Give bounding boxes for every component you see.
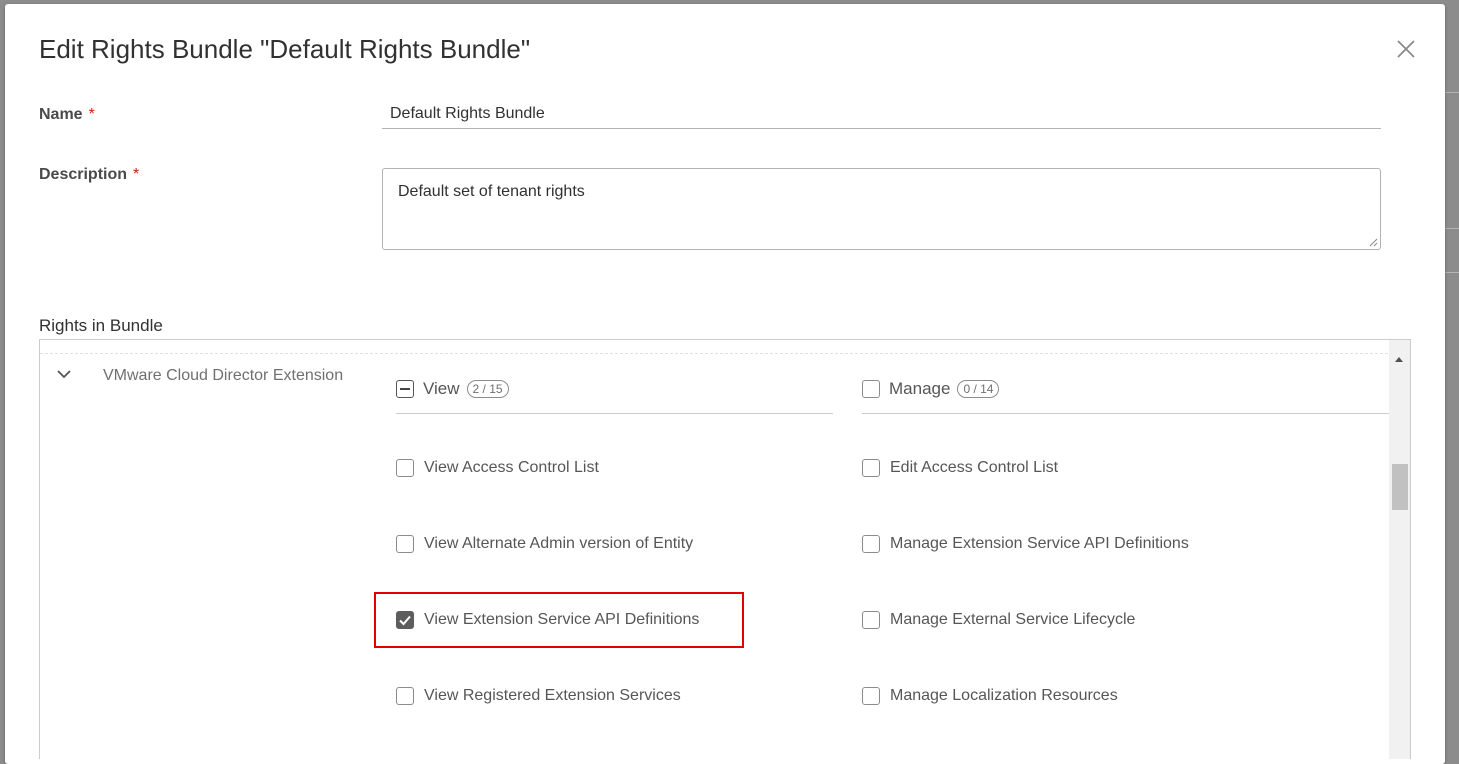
right-option-row[interactable]: View Access Control List	[396, 458, 599, 478]
rights-in-bundle-label: Rights in Bundle	[39, 316, 163, 335]
background-page	[1445, 92, 1459, 93]
view-extension-service-api-checkbox[interactable]	[396, 611, 414, 629]
right-option-label: Manage Extension Service API Definitions	[890, 535, 1189, 552]
description-label-text: Description	[39, 166, 128, 183]
manage-category-label: Manage	[889, 379, 951, 398]
manage-localization-resources-checkbox[interactable]	[862, 687, 880, 705]
divider	[862, 413, 1389, 414]
right-option-label: View Extension Service API Definitions	[424, 611, 700, 628]
view-alternate-admin-checkbox[interactable]	[396, 535, 414, 553]
right-option-row[interactable]: View Extension Service API Definitions	[396, 610, 699, 630]
right-option-label: Edit Access Control List	[890, 459, 1059, 476]
manage-all-checkbox[interactable]	[862, 380, 880, 398]
resize-handle-icon[interactable]	[1368, 237, 1378, 247]
right-option-label: View Registered Extension Services	[424, 687, 681, 704]
right-option-row[interactable]: View Registered Extension Services	[396, 686, 681, 706]
view-all-checkbox[interactable]	[396, 380, 414, 398]
description-text: Default set of tenant rights	[398, 183, 585, 200]
required-marker: *	[88, 106, 95, 123]
close-icon[interactable]	[1395, 38, 1417, 60]
manage-extension-service-api-checkbox[interactable]	[862, 535, 880, 553]
view-registered-extension-services-checkbox[interactable]	[396, 687, 414, 705]
right-option-row[interactable]: Edit Access Control List	[862, 458, 1058, 478]
manage-count-badge: 0 / 14	[957, 380, 1000, 398]
rights-panel: VMware Cloud Director Extension View 2 /…	[39, 339, 1411, 759]
right-option-row[interactable]: View Alternate Admin version of Entity	[396, 534, 693, 554]
chevron-down-icon[interactable]	[56, 366, 72, 382]
edit-access-control-list-checkbox[interactable]	[862, 459, 880, 477]
description-label: Description *	[39, 166, 139, 184]
dialog-title: Edit Rights Bundle "Default Rights Bundl…	[39, 34, 531, 64]
rights-group-name: VMware Cloud Director Extension	[103, 367, 344, 384]
edit-rights-bundle-dialog: Edit Rights Bundle "Default Rights Bundl…	[5, 4, 1445, 764]
background-page	[1445, 272, 1459, 273]
divider	[396, 413, 833, 414]
view-category-label: View	[423, 379, 460, 398]
checkmark-icon	[399, 615, 411, 626]
name-label-text: Name	[39, 106, 83, 123]
divider	[40, 353, 1388, 354]
scrollbar[interactable]	[1389, 340, 1410, 759]
right-option-label: Manage External Service Lifecycle	[890, 611, 1136, 628]
scrollbar-thumb[interactable]	[1392, 464, 1408, 510]
right-option-label: View Access Control List	[424, 459, 599, 476]
view-category-header[interactable]: View 2 / 15	[396, 380, 509, 414]
view-count-badge: 2 / 15	[466, 380, 509, 398]
manage-external-service-lifecycle-checkbox[interactable]	[862, 611, 880, 629]
description-textarea[interactable]: Default set of tenant rights	[382, 168, 1381, 250]
right-option-row[interactable]: Manage Localization Resources	[862, 686, 1118, 706]
right-option-label: Manage Localization Resources	[890, 687, 1118, 704]
scroll-up-arrow-icon[interactable]	[1394, 350, 1404, 362]
manage-category-header[interactable]: Manage 0 / 14	[862, 379, 1000, 414]
view-access-control-list-checkbox[interactable]	[396, 459, 414, 477]
name-input[interactable]: Default Rights Bundle	[382, 99, 1381, 129]
right-option-row[interactable]: Manage Extension Service API Definitions	[862, 534, 1189, 554]
background-page	[1445, 228, 1459, 229]
name-label: Name *	[39, 106, 95, 124]
required-marker: *	[133, 166, 140, 183]
right-option-label: View Alternate Admin version of Entity	[424, 535, 694, 552]
right-option-row[interactable]: Manage External Service Lifecycle	[862, 610, 1135, 630]
